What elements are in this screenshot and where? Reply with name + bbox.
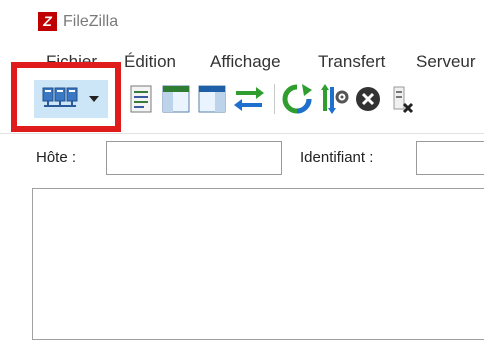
quickconnect-bar: Hôte : Identifiant :	[0, 133, 484, 184]
cancel-icon[interactable]	[352, 82, 384, 116]
refresh-icon[interactable]	[280, 82, 314, 116]
menu-serveur[interactable]: Serveur	[416, 52, 476, 72]
title-bar: Z FileZilla	[0, 0, 484, 44]
message-log-pane[interactable]	[32, 188, 484, 340]
local-tree-icon[interactable]	[160, 82, 192, 116]
menu-edition[interactable]: Édition	[124, 52, 176, 72]
filezilla-logo-icon: Z	[38, 12, 57, 31]
user-label: Identifiant :	[300, 149, 374, 166]
transfer-queue-icon[interactable]	[232, 82, 266, 116]
disconnect-icon[interactable]	[388, 82, 418, 116]
highlight-box	[11, 62, 121, 132]
menu-transfert[interactable]: Transfert	[318, 52, 385, 72]
menu-affichage[interactable]: Affichage	[210, 52, 281, 72]
toolbar-separator	[274, 84, 275, 114]
host-input[interactable]	[106, 141, 282, 175]
user-input[interactable]	[416, 141, 484, 175]
window-title: FileZilla	[63, 13, 119, 30]
host-label: Hôte :	[36, 149, 77, 166]
remote-tree-icon[interactable]	[196, 82, 228, 116]
message-log-icon[interactable]	[126, 82, 156, 116]
process-queue-icon[interactable]	[318, 82, 350, 116]
